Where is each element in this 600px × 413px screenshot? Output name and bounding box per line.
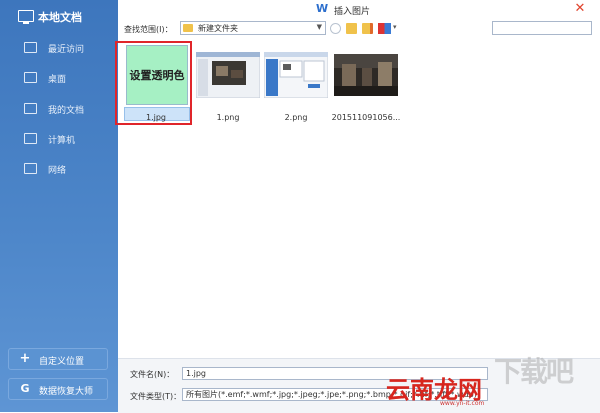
up-folder-icon[interactable] xyxy=(346,23,357,34)
custom-location-button[interactable]: + 自定义位置 xyxy=(8,348,108,370)
filename-label: 文件名(N)： xyxy=(130,370,175,379)
file-name: 201511091056... xyxy=(331,113,401,122)
file-item-photo[interactable]: 201511091056... xyxy=(330,43,402,129)
sidebar-item-recent[interactable]: 最近访问 xyxy=(0,34,118,62)
search-input[interactable] xyxy=(492,21,592,35)
sidebar-item-computer[interactable]: 计算机 xyxy=(0,125,118,153)
close-icon[interactable]: ✕ xyxy=(572,1,588,17)
custom-location-label: 自定义位置 xyxy=(39,357,85,367)
file-thumbnail xyxy=(264,43,328,107)
new-folder-icon[interactable] xyxy=(362,23,373,34)
lookin-dropdown[interactable]: 新建文件夹 ▼ xyxy=(180,21,326,35)
filetype-label: 文件类型(T)： xyxy=(130,392,182,401)
sidebar-header: 本地文档 xyxy=(0,0,118,34)
chevron-down-icon: ▾ xyxy=(393,23,397,31)
network-icon xyxy=(24,163,37,174)
sidebar-item-label: 我的文档 xyxy=(48,106,85,116)
file-name: 1.png xyxy=(216,113,240,122)
window-title: 插入图片 xyxy=(334,7,371,17)
recovery-icon: G xyxy=(20,382,30,395)
toolbar: 查找范围(I)： 新建文件夹 ▼ ▾ xyxy=(118,18,600,41)
selection-outline xyxy=(115,41,192,125)
documents-icon xyxy=(24,103,37,114)
current-folder: 新建文件夹 xyxy=(198,24,238,33)
file-item-1-png[interactable]: 1.png xyxy=(192,43,264,129)
computer-icon xyxy=(24,133,37,144)
title-bar: W 插入图片 ✕ xyxy=(118,0,600,18)
data-recovery-button[interactable]: G 数据恢复大师 xyxy=(8,378,108,400)
file-thumbnail xyxy=(196,43,260,107)
folder-icon xyxy=(183,24,193,32)
sidebar-item-label: 最近访问 xyxy=(48,45,85,55)
url-watermark: www.yn-it.com xyxy=(440,400,485,407)
chevron-down-icon: ▼ xyxy=(316,23,322,31)
view-menu-icon[interactable] xyxy=(378,23,391,34)
plus-icon: + xyxy=(19,351,31,366)
sidebar-title: 本地文档 xyxy=(38,11,82,24)
desktop-icon xyxy=(24,72,37,83)
file-item-2-png[interactable]: 2.png xyxy=(260,43,332,129)
back-icon[interactable] xyxy=(330,23,341,34)
file-name: 2.png xyxy=(284,113,308,122)
sidebar: 本地文档 最近访问 桌面 我的文档 计算机 网络 + 自定义位置 G 数据恢复大… xyxy=(0,0,118,412)
sidebar-item-label: 计算机 xyxy=(48,136,76,146)
sidebar-item-documents[interactable]: 我的文档 xyxy=(0,95,118,123)
sidebar-item-label: 桌面 xyxy=(48,75,67,85)
file-thumbnail xyxy=(334,43,398,107)
wps-logo-icon: W xyxy=(316,2,329,15)
lookin-label: 查找范围(I)： xyxy=(124,25,173,34)
sidebar-item-desktop[interactable]: 桌面 xyxy=(0,64,118,92)
download-watermark: 下载吧 xyxy=(494,355,574,388)
sidebar-item-label: 网络 xyxy=(48,166,67,176)
data-recovery-label: 数据恢复大师 xyxy=(39,387,94,397)
recent-icon xyxy=(24,42,37,53)
sidebar-item-network[interactable]: 网络 xyxy=(0,155,118,183)
monitor-icon xyxy=(18,10,34,24)
